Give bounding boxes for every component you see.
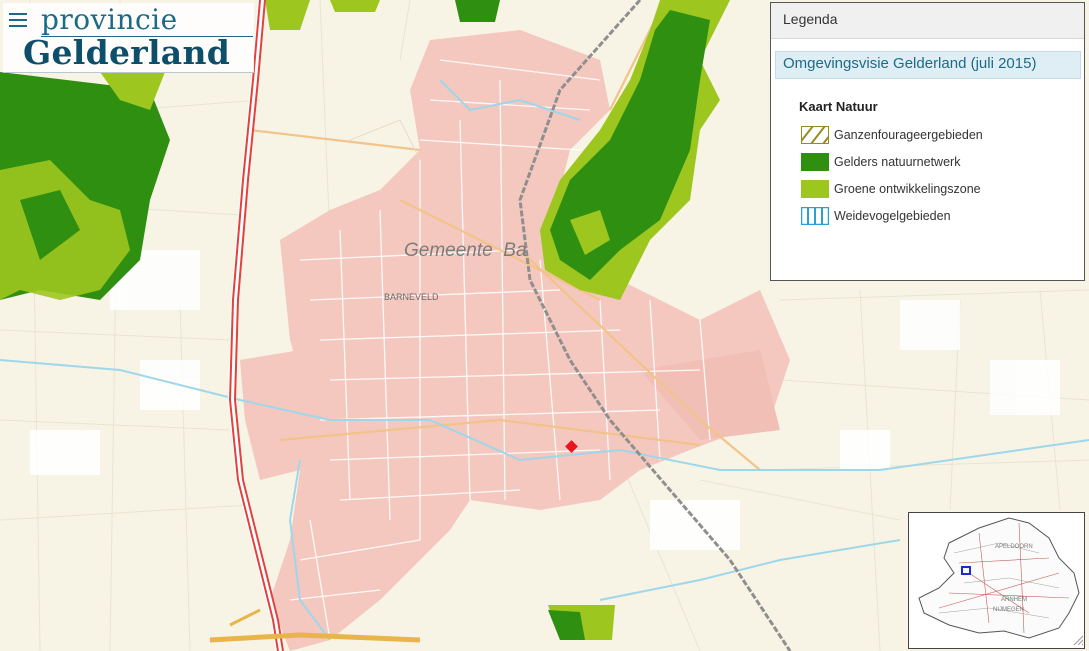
overview-extent-box[interactable] <box>961 566 971 575</box>
legend-panel: Legenda Omgevingsvisie Gelderland (juli … <box>770 2 1085 281</box>
legend-title: Legenda <box>771 3 1084 39</box>
hatch-swatch-icon <box>801 126 829 144</box>
legend-item-label: Groene ontwikkelingszone <box>834 182 981 196</box>
overview-map[interactable]: APELDOORN ARNHEM NIJMEGEN <box>908 512 1085 649</box>
legend-item-label: Ganzenfourageergebieden <box>834 128 983 142</box>
municipality-label: Gemeente Ba <box>404 240 527 261</box>
logo-line-gelderland: Gelderland <box>23 33 231 72</box>
province-logo[interactable]: provincie Gelderland <box>3 3 254 73</box>
logo-line-provincie: provincie <box>41 3 178 36</box>
legend-item-label: Gelders natuurnetwerk <box>834 155 961 169</box>
legend-item-gelders-natuurnetwerk: Gelders natuurnetwerk <box>801 153 1084 180</box>
resize-handle-icon[interactable] <box>1072 634 1084 646</box>
legend-section-title: Kaart Natuur <box>799 99 878 114</box>
legend-layer-title[interactable]: Omgevingsvisie Gelderland (juli 2015) <box>775 51 1081 79</box>
legend-item-label: Weidevogelgebieden <box>834 209 951 223</box>
overview-province-shape: APELDOORN ARNHEM NIJMEGEN <box>918 517 1080 639</box>
legend-item-groene-ontwikkelingszone: Groene ontwikkelingszone <box>801 180 1084 207</box>
legend-item-weidevogelgebieden: Weidevogelgebieden <box>801 207 1084 234</box>
place-label: BARNEVELD <box>384 292 439 302</box>
solid-swatch-icon <box>801 153 829 171</box>
legend-item-ganzenfourageergebieden: Ganzenfourageergebieden <box>801 126 1084 153</box>
overview-label-nijmegen: NIJMEGEN <box>993 607 1024 613</box>
overview-label-arnhem: ARNHEM <box>1001 597 1027 603</box>
overview-label-apeldoorn: APELDOORN <box>995 544 1033 550</box>
solid-swatch-icon <box>801 180 829 198</box>
hamburger-menu-icon[interactable] <box>9 9 29 31</box>
stripes-swatch-icon <box>801 207 829 225</box>
